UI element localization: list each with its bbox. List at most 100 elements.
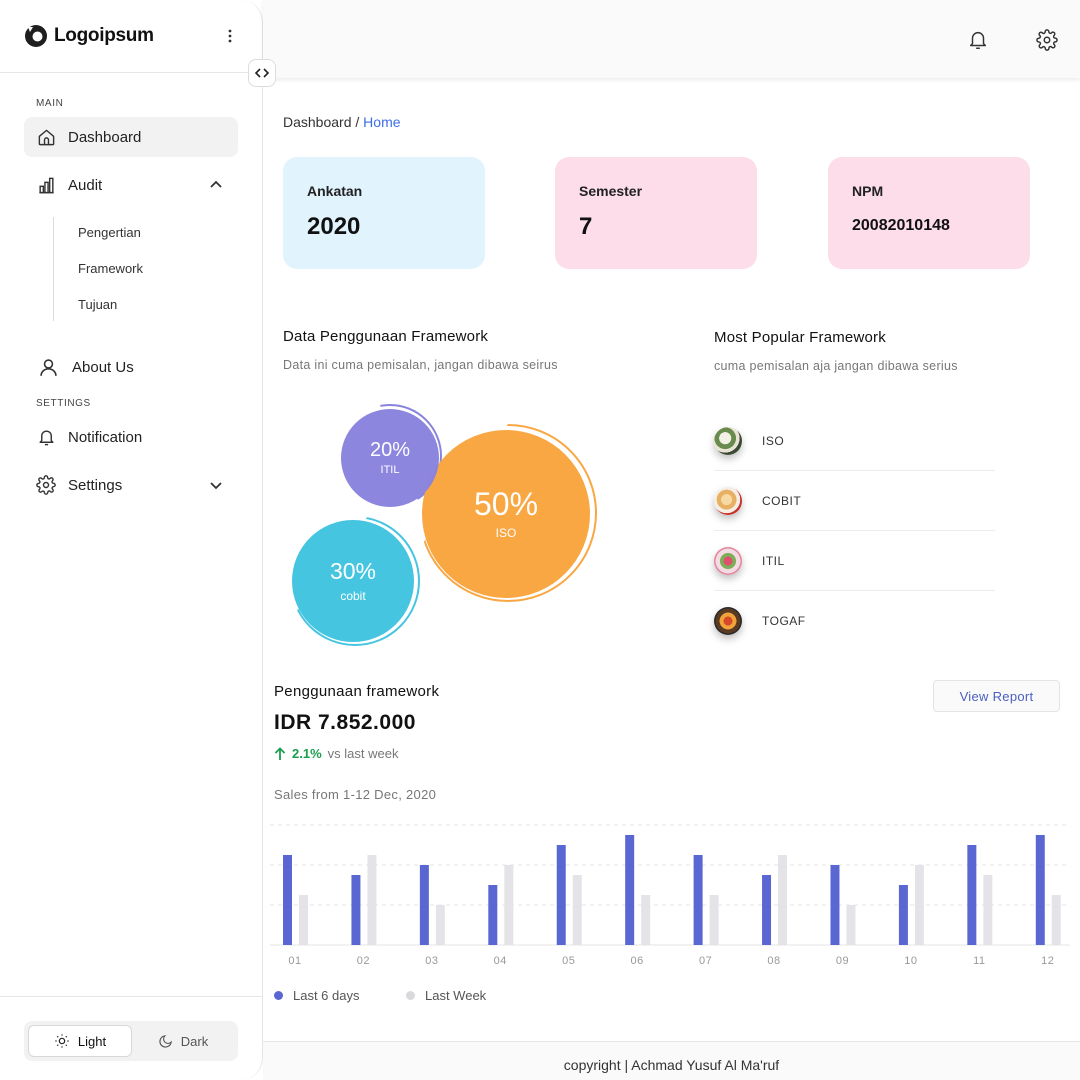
brand-logo-icon <box>25 25 47 47</box>
bar-last-6-days-02[interactable] <box>351 875 361 945</box>
brand-name: Logoipsum <box>54 25 154 46</box>
cobit-bubble[interactable]: 30% cobit <box>292 520 414 642</box>
stat-card-angkatan: Ankatan 2020 <box>283 157 485 269</box>
sidebar-item-label: Dashboard <box>68 128 142 146</box>
submenu-line <box>53 217 54 321</box>
breadcrumb-root[interactable]: Dashboard <box>283 114 352 130</box>
bar-last-week-02[interactable] <box>367 855 377 945</box>
sidebar-collapse-button[interactable] <box>248 59 276 87</box>
chevron-down-icon[interactable] <box>208 477 224 493</box>
bar-last-week-01[interactable] <box>299 895 308 945</box>
sidebar-item-label: Audit <box>68 176 103 194</box>
legend-label: Last 6 days <box>293 988 360 1003</box>
bubble-percent: 50% <box>473 486 539 522</box>
home-icon <box>36 127 56 147</box>
x-tick-label: 07 <box>699 955 712 967</box>
theme-light-button[interactable]: Light <box>28 1025 132 1057</box>
bar-last-week-11[interactable] <box>983 875 993 945</box>
x-tick-label: 06 <box>631 955 644 967</box>
theme-dark-button[interactable]: Dark <box>132 1025 234 1057</box>
bar-last-week-05[interactable] <box>572 875 582 945</box>
sidebar-bottom-divider <box>0 996 263 997</box>
sidebar-item-notification[interactable]: Notification <box>24 417 238 457</box>
bar-last-week-10[interactable] <box>914 865 924 945</box>
legend-dot <box>406 991 415 1000</box>
stat-card-label: Semester <box>579 183 643 199</box>
food-thumbnail-icon <box>714 607 742 635</box>
bar-last-6-days-11[interactable] <box>967 845 977 945</box>
itil-bubble[interactable]: 20% ITIL <box>341 409 439 507</box>
section-label-settings: SETTINGS <box>36 398 91 409</box>
chevron-up-icon[interactable] <box>208 177 224 193</box>
settings-gear-icon[interactable] <box>1036 29 1058 51</box>
list-item-iso[interactable]: ISO <box>714 411 995 471</box>
iso-bubble[interactable]: 50% ISO <box>422 430 590 598</box>
stat-card-value: 20082010148 <box>852 217 950 234</box>
x-tick-label: 11 <box>973 955 985 967</box>
stat-card-label: Ankatan <box>307 183 363 199</box>
sales-amount: IDR 7.852.000 <box>274 711 416 734</box>
bar-last-6-days-09[interactable] <box>830 865 840 945</box>
sidebar-item-audit[interactable]: Audit <box>24 165 238 205</box>
arrow-up-icon <box>274 746 286 760</box>
popular-section-subtitle: cuma pemisalan aja jangan dibawa serius <box>714 359 958 373</box>
list-item-label: ITIL <box>762 553 785 568</box>
sidebar-divider <box>0 72 263 73</box>
bar-last-week-07[interactable] <box>709 895 719 945</box>
code-arrows-icon <box>255 68 269 78</box>
list-item-cobit[interactable]: COBIT <box>714 471 995 531</box>
bar-last-6-days-08[interactable] <box>762 875 772 945</box>
view-report-button[interactable]: View Report <box>933 680 1060 712</box>
list-item-itil[interactable]: ITIL <box>714 531 995 591</box>
sales-title: Penggunaan framework <box>274 683 440 700</box>
bubble-name: cobit <box>340 588 366 603</box>
sidebar-subitem-tujuan[interactable]: Tujuan <box>78 297 117 312</box>
x-tick-label: 08 <box>767 955 780 967</box>
bubble-percent: 20% <box>369 439 411 461</box>
bar-last-6-days-03[interactable] <box>419 865 429 945</box>
bar-last-6-days-04[interactable] <box>488 885 498 945</box>
bar-last-6-days-01[interactable] <box>283 855 292 945</box>
list-item-label: ISO <box>762 433 785 448</box>
breadcrumb-current[interactable]: Home <box>363 114 400 130</box>
x-tick-label: 09 <box>836 955 849 967</box>
growth-percent: 2.1% <box>292 746 322 761</box>
food-thumbnail-icon <box>714 546 742 575</box>
sidebar-item-label: Notification <box>68 428 143 446</box>
bar-last-week-06[interactable] <box>641 895 651 945</box>
bar-last-week-12[interactable] <box>1051 895 1061 945</box>
sidebar-subitem-pengertian[interactable]: Pengertian <box>78 225 141 240</box>
footer-copyright: copyright | Achmad Yusuf Al Ma'ruf <box>563 1057 780 1073</box>
bar-last-6-days-10[interactable] <box>898 885 908 945</box>
footer: copyright | Achmad Yusuf Al Ma'ruf <box>263 1041 1080 1080</box>
list-item-togaf[interactable]: TOGAF <box>714 591 995 651</box>
bar-last-6-days-05[interactable] <box>556 845 566 945</box>
bar-last-6-days-07[interactable] <box>693 855 703 945</box>
stat-card-value: 7 <box>579 213 593 240</box>
bar-last-6-days-12[interactable] <box>1035 835 1045 945</box>
x-tick-label: 02 <box>357 955 370 967</box>
bar-chart-icon <box>36 175 56 195</box>
legend-last-week: Last Week <box>406 988 486 1003</box>
bar-last-week-04[interactable] <box>504 865 514 945</box>
topbar <box>263 0 1080 78</box>
more-options-icon[interactable] <box>220 26 240 46</box>
notification-bell-icon[interactable] <box>967 29 989 51</box>
bar-last-week-08[interactable] <box>778 855 788 945</box>
theme-dark-label: Dark <box>180 1033 209 1049</box>
sidebar-item-dashboard[interactable]: Dashboard <box>24 117 238 157</box>
usage-section-title: Data Penggunaan Framework <box>283 328 489 345</box>
bar-last-6-days-06[interactable] <box>625 835 635 945</box>
sidebar-item-settings[interactable]: Settings <box>24 465 238 505</box>
sales-bar-chart: 01 02 03 04 05 06 07 08 09 10 11 12 <box>270 824 1070 967</box>
sidebar-subitem-framework[interactable]: Framework <box>78 261 143 276</box>
bar-last-week-03[interactable] <box>435 905 445 945</box>
brand[interactable]: Logoipsum <box>24 24 154 48</box>
sidebar-item-about-us[interactable]: About Us <box>24 347 238 387</box>
theme-light-label: Light <box>77 1033 107 1049</box>
bar-last-week-09[interactable] <box>846 905 856 945</box>
x-tick-label: 04 <box>494 955 507 967</box>
legend-label: Last Week <box>425 988 487 1003</box>
x-tick-label: 01 <box>288 955 301 967</box>
bell-icon <box>36 427 56 447</box>
